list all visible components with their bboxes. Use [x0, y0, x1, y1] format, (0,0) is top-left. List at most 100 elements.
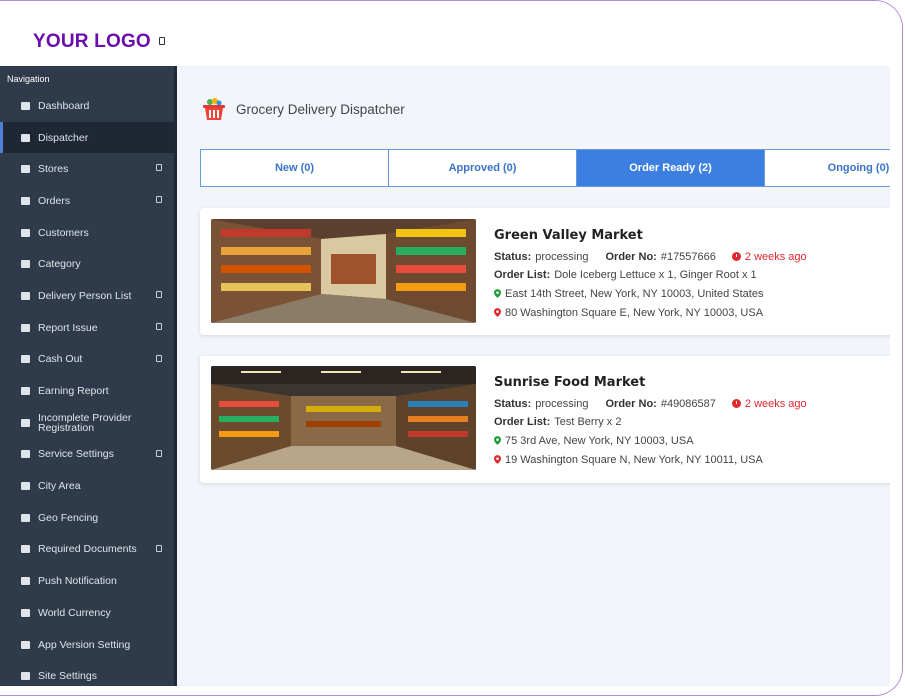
document-icon	[20, 544, 31, 555]
basket-icon	[203, 98, 225, 120]
store-icon	[20, 164, 31, 175]
tools-icon	[20, 639, 31, 650]
sidebar-item-label: Report Issue	[38, 321, 98, 334]
sidebar-item-label: Dispatcher	[38, 131, 89, 144]
page-header: Grocery Delivery Dispatcher	[201, 96, 405, 122]
sidebar-item-stores[interactable]: Stores	[0, 153, 174, 185]
sidebar-item-label: Orders	[38, 194, 71, 207]
store-name[interactable]: Sunrise Food Market	[494, 375, 890, 390]
expand-icon[interactable]	[156, 164, 162, 172]
sidebar-item-customers[interactable]: Customers	[0, 217, 174, 249]
sidebar-item-label: Customers	[38, 226, 89, 239]
sidebar-item-category[interactable]: Category	[0, 248, 174, 280]
sidebar-item-site-settings[interactable]: Site Settings	[0, 660, 174, 686]
sidebar-item-cash-out[interactable]: Cash Out	[0, 344, 174, 376]
clock-icon	[731, 399, 741, 408]
store-image	[211, 366, 476, 470]
pickup-row: 75 3rd Ave, New York, NY 10003, USA	[494, 431, 890, 450]
pickup-pin-icon	[494, 289, 501, 298]
expand-icon[interactable]	[156, 449, 162, 457]
sidebar-item-label: Category	[38, 258, 81, 271]
sidebar-item-label: Incomplete Provider Registration	[38, 411, 132, 434]
dropoff-address: 19 Washington Square N, New York, NY 100…	[505, 453, 763, 466]
tab-new[interactable]: New (0)	[201, 150, 389, 186]
sidebar-item-orders[interactable]: Orders	[0, 185, 174, 217]
order-list-row: Order List: Dole Iceberg Lettuce x 1, Gi…	[494, 266, 890, 284]
sidebar-item-service-settings[interactable]: Service Settings	[0, 439, 174, 471]
gear-icon	[20, 449, 31, 460]
tab-approved[interactable]: Approved (0)	[389, 150, 577, 186]
store-image	[211, 219, 476, 323]
order-list-value: Dole Iceberg Lettuce x 1, Ginger Root x …	[554, 269, 757, 281]
order-no-label: Order No:	[605, 397, 657, 410]
users-icon	[20, 227, 31, 238]
sidebar-item-delivery-person-list[interactable]: Delivery Person List	[0, 280, 174, 312]
dropoff-row: 19 Washington Square N, New York, NY 100…	[494, 450, 890, 469]
sidebar-item-report-issue[interactable]: Report Issue	[0, 312, 174, 344]
sidebar-item-label: World Currency	[38, 606, 111, 619]
motorbike-icon	[20, 290, 31, 301]
nav-list: Dashboard Dispatcher Stores Orders Custo…	[0, 90, 174, 686]
pickup-pin-icon	[494, 436, 501, 445]
sidebar-toggle-icon[interactable]	[159, 37, 165, 45]
time-ago: 2 weeks ago	[744, 250, 807, 263]
user-x-icon	[20, 417, 31, 428]
top-bar: YOUR LOGO	[0, 1, 902, 66]
tab-order-ready[interactable]: Order Ready (2)	[577, 150, 765, 186]
expand-icon[interactable]	[156, 291, 162, 299]
sidebar-item-city-area[interactable]: City Area	[0, 470, 174, 502]
clock-icon	[731, 252, 741, 261]
store-name[interactable]: Green Valley Market	[494, 228, 890, 243]
menu-icon	[20, 259, 31, 270]
status-value: processing	[535, 397, 589, 410]
sidebar-item-required-documents[interactable]: Required Documents	[0, 534, 174, 566]
sidebar-item-label: Delivery Person List	[38, 289, 132, 302]
building-icon	[20, 481, 31, 492]
order-list-row: Order List: Test Berry x 2	[494, 413, 890, 431]
expand-icon[interactable]	[156, 354, 162, 362]
time-ago: 2 weeks ago	[744, 397, 807, 410]
money-icon	[20, 607, 31, 618]
cash-icon	[20, 354, 31, 365]
order-card[interactable]: Sunrise Food Market Status: processing O…	[200, 356, 890, 483]
expand-icon[interactable]	[156, 196, 162, 204]
order-no-value: #49086587	[660, 397, 716, 410]
expand-icon[interactable]	[156, 544, 162, 552]
sidebar-item-dispatcher[interactable]: Dispatcher	[0, 121, 174, 154]
pickup-address: East 14th Street, New York, NY 10003, Un…	[505, 287, 764, 300]
status-label: Status:	[494, 397, 532, 410]
sidebar-item-label: Earning Report	[38, 385, 109, 398]
status-row: Status: processing Order No: #17557666 2…	[494, 247, 890, 266]
sidebar-item-app-version-setting[interactable]: App Version Setting	[0, 629, 174, 661]
sidebar-item-label: Stores	[38, 163, 69, 176]
sidebar-item-label: Push Notification	[38, 575, 117, 588]
order-card[interactable]: Green Valley Market Status: processing O…	[200, 208, 890, 335]
order-list-value: Test Berry x 2	[554, 416, 622, 428]
tab-ongoing[interactable]: Ongoing (0)	[765, 150, 890, 186]
sidebar-item-label: Dashboard	[38, 99, 90, 112]
home-icon	[20, 100, 31, 111]
sidebar-item-push-notification[interactable]: Push Notification	[0, 565, 174, 597]
dropoff-pin-icon	[494, 308, 501, 317]
sidebar-item-dashboard[interactable]: Dashboard	[0, 90, 174, 122]
sidebar-item-label: App Version Setting	[38, 638, 131, 651]
order-list-label: Order List:	[494, 269, 551, 281]
order-no-label: Order No:	[605, 250, 657, 263]
sidebar: Navigation Dashboard Dispatcher Stores O…	[0, 66, 177, 686]
sidebar-item-world-currency[interactable]: World Currency	[0, 597, 174, 629]
sidebar-item-geo-fencing[interactable]: Geo Fencing	[0, 502, 174, 534]
page-title: Grocery Delivery Dispatcher	[236, 101, 405, 117]
status-value: processing	[535, 250, 589, 263]
sidebar-item-label: Cash Out	[38, 353, 83, 366]
bell-icon	[20, 576, 31, 587]
order-info: Sunrise Food Market Status: processing O…	[494, 375, 890, 469]
sidebar-item-label: City Area	[38, 480, 81, 493]
sidebar-item-incomplete-provider-registration[interactable]: Incomplete Provider Registration	[0, 407, 174, 439]
sidebar-item-earning-report[interactable]: Earning Report	[0, 375, 174, 407]
expand-icon[interactable]	[156, 322, 162, 330]
nav-heading: Navigation	[7, 74, 50, 84]
logo[interactable]: YOUR LOGO	[33, 31, 151, 53]
pickup-row: East 14th Street, New York, NY 10003, Un…	[494, 284, 890, 303]
status-label: Status:	[494, 250, 532, 263]
sidebar-item-label: Required Documents	[38, 543, 137, 556]
